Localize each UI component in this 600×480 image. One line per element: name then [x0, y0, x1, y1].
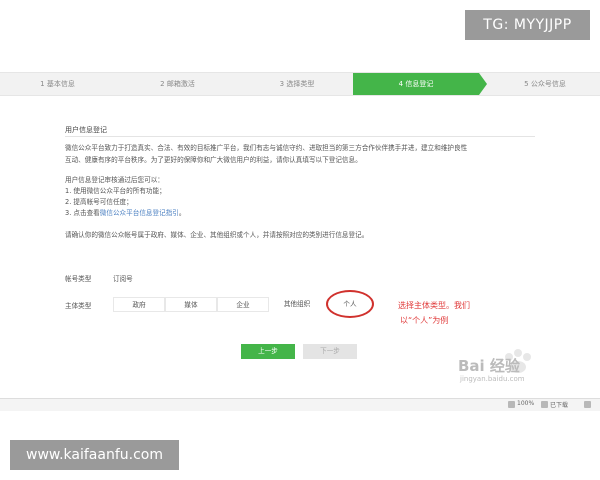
- download-status: 已下载: [550, 402, 569, 409]
- watermark-text: Bai 经验: [458, 357, 520, 375]
- subject-option-government[interactable]: 政府: [113, 297, 165, 312]
- menu-icon[interactable]: [584, 401, 591, 408]
- step-arrow-icon: [479, 73, 487, 95]
- section-title: 用户信息登记: [65, 126, 107, 134]
- highlight-circle: [326, 290, 374, 318]
- step-3: 3 选择类型: [279, 80, 315, 88]
- step-4-active: 4 信息登记: [353, 73, 479, 95]
- annotation-line-1: 选择主体类型。我们: [398, 301, 470, 310]
- site-label: www.kaifaanfu.com: [10, 440, 179, 470]
- benefit-item-3: 3. 点击查看微信公众平台信息登记指引。: [65, 208, 185, 218]
- benefit-item-2: 2. 提高帐号可信任度；: [65, 198, 133, 206]
- account-type-value: 订阅号: [113, 275, 133, 283]
- benefit-item-3-prefix: 3. 点击查看: [65, 209, 100, 217]
- step-5: 5 公众号信息: [524, 80, 566, 88]
- divider: [65, 136, 535, 137]
- next-step-button[interactable]: 下一步: [303, 344, 357, 359]
- intro-line-1: 微信公众平台致力于打造真实、合法、有效的目标推广平台，我们有志与诚信守约、进取担…: [65, 144, 468, 152]
- zoom-icon: [508, 401, 515, 408]
- tg-label: TG: MYYJJPP: [465, 10, 590, 40]
- benefits-heading: 用户信息登记审核通过后您可以：: [65, 176, 164, 184]
- download-icon[interactable]: [541, 401, 548, 408]
- annotation-line-2: 以“个人”为例: [400, 316, 449, 325]
- step-1: 1 基本信息: [40, 80, 75, 88]
- subject-type-label: 主体类型: [65, 302, 92, 310]
- confirm-instruction: 请确认你的微信公众帐号属于政府、媒体、企业、其他组织或个人，并请按照对应的类别进…: [65, 231, 369, 239]
- account-type-label: 帐号类型: [65, 275, 92, 283]
- intro-line-2: 互动、健康有序的平台秩序。为了更好的保障你和广大微信用户的利益，请你认真填写以下…: [65, 156, 362, 164]
- benefit-item-1: 1. 使用微信公众平台的所有功能；: [65, 187, 166, 195]
- watermark-sub: jingyan.baidu.com: [460, 375, 525, 383]
- subject-option-media[interactable]: 媒体: [165, 297, 217, 312]
- step-2: 2 邮箱激活: [160, 80, 195, 88]
- step-progress-bar: 1 基本信息 2 邮箱激活 3 选择类型 4 信息登记 5 公众号信息: [0, 72, 600, 96]
- zoom-level: 100%: [517, 400, 535, 407]
- subject-option-other-org[interactable]: 其他组织: [269, 297, 325, 312]
- annotation-text: 选择主体类型。我们 以“个人”为例: [398, 298, 470, 328]
- registration-guide-link[interactable]: 微信公众平台信息登记指引: [100, 209, 179, 217]
- benefit-item-3-suffix: 。: [178, 209, 186, 217]
- prev-step-button[interactable]: 上一步: [241, 344, 295, 359]
- subject-option-enterprise[interactable]: 企业: [217, 297, 269, 312]
